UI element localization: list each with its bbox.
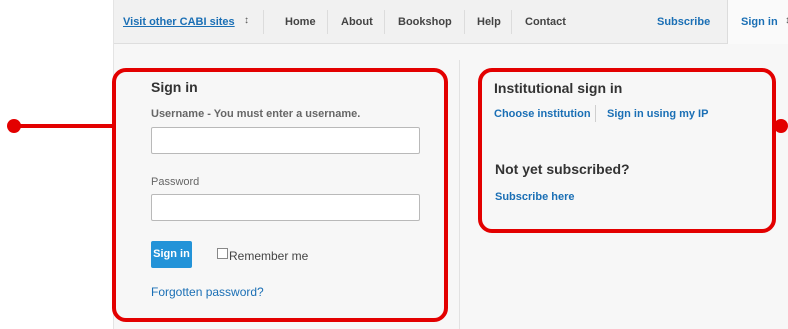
- nav-divider: [327, 10, 328, 34]
- nav-home[interactable]: Home: [285, 16, 316, 28]
- nav-signin-label[interactable]: Sign in: [741, 16, 778, 28]
- nav-divider: [511, 10, 512, 34]
- nav-contact[interactable]: Contact: [525, 16, 566, 28]
- nav-divider: [263, 10, 264, 34]
- visit-cabi-sites-link[interactable]: Visit other CABI sites: [123, 16, 235, 28]
- nav-subscribe[interactable]: Subscribe: [657, 16, 710, 28]
- nav-help[interactable]: Help: [477, 16, 501, 28]
- nav-divider: [464, 10, 465, 34]
- nav-bookshop[interactable]: Bookshop: [398, 16, 452, 28]
- nav-about[interactable]: About: [341, 16, 373, 28]
- select-arrows-icon[interactable]: ↕: [244, 15, 249, 27]
- nav-signin-tab[interactable]: Sign in ↕: [727, 0, 788, 44]
- institutional-highlight-box: [478, 68, 776, 233]
- signin-pointer-line: [14, 124, 116, 128]
- signin-pointer-dot: [7, 119, 21, 133]
- top-navigation-bar: Visit other CABI sites ↕ Home About Book…: [114, 0, 788, 44]
- signin-highlight-box: [112, 68, 448, 322]
- institutional-pointer-dot: [774, 119, 788, 133]
- nav-divider: [384, 10, 385, 34]
